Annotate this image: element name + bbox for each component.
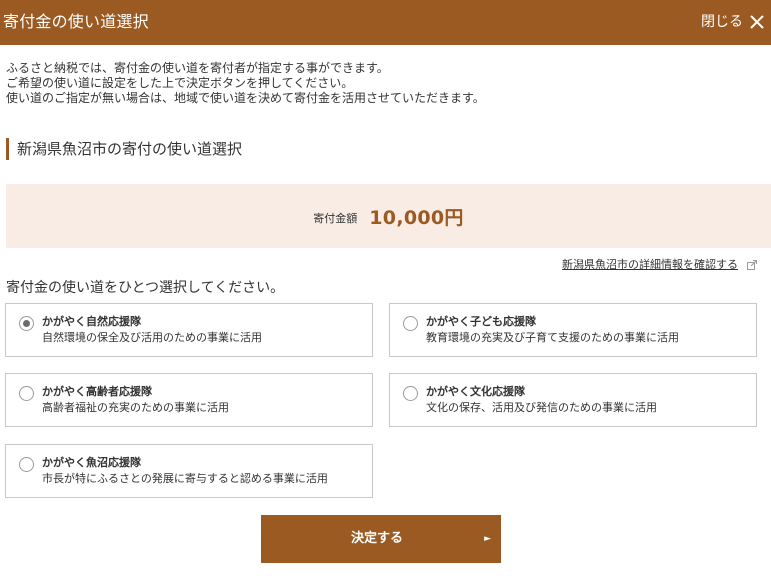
- amount-label: 寄付金額: [313, 211, 358, 225]
- option-nature[interactable]: かがやく自然応援隊 自然環境の保全及び活用のための事業に活用: [5, 303, 373, 357]
- option-title: かがやく自然応援隊: [42, 315, 141, 328]
- radio-elderly[interactable]: [19, 386, 34, 401]
- intro-line-2: ご希望の使い道に設定をした上で決定ボタンを押してください。: [6, 76, 354, 90]
- submit-button[interactable]: 決定する ►: [261, 515, 501, 563]
- intro-text: ふるさと納税では、寄付金の使い道を寄付者が指定する事ができます。 ご希望の使い道…: [6, 61, 485, 106]
- option-title: かがやく文化応援隊: [426, 385, 525, 398]
- radio-nature[interactable]: [19, 316, 34, 331]
- intro-line-3: 使い道のご指定が無い場合は、地域で使い道を決めて寄付金を活用させていただきます。: [6, 91, 485, 105]
- amount-value: 10,000円: [369, 206, 464, 229]
- donation-amount-box: 寄付金額 10,000円: [6, 184, 771, 248]
- option-description: 教育環境の充実及び子育て支援のための事業に活用: [426, 331, 679, 344]
- select-instruction: 寄付金の使い道をひとつ選択してください。: [6, 280, 285, 296]
- close-icon[interactable]: [749, 14, 765, 30]
- option-description: 自然環境の保全及び活用のための事業に活用: [42, 331, 262, 344]
- arrow-right-icon: ►: [484, 534, 491, 544]
- option-uonuma[interactable]: かがやく魚沼応援隊 市長が特にふるさとの発展に寄与すると認める事業に活用: [5, 444, 373, 498]
- option-culture[interactable]: かがやく文化応援隊 文化の保存、活用及び発信のための事業に活用: [389, 373, 757, 427]
- external-link-icon: [747, 259, 757, 270]
- close-button[interactable]: 閉じる: [701, 10, 765, 34]
- radio-uonuma[interactable]: [19, 457, 34, 472]
- intro-line-1: ふるさと納税では、寄付金の使い道を寄付者が指定する事ができます。: [6, 61, 389, 75]
- modal-header: 寄付金の使い道選択 閉じる: [0, 0, 771, 45]
- close-label: 閉じる: [701, 14, 743, 30]
- option-elderly[interactable]: かがやく高齢者応援隊 高齢者福祉の充実のための事業に活用: [5, 373, 373, 427]
- section-title: 新潟県魚沼市の寄付の使い道選択: [6, 138, 242, 160]
- option-description: 文化の保存、活用及び発信のための事業に活用: [426, 401, 657, 414]
- option-description: 高齢者福祉の充実のための事業に活用: [42, 401, 229, 414]
- option-title: かがやく魚沼応援隊: [42, 456, 141, 469]
- detail-info-link-label[interactable]: 新潟県魚沼市の詳細情報を確認する: [562, 257, 738, 272]
- detail-info-link[interactable]: 新潟県魚沼市の詳細情報を確認する: [562, 257, 757, 272]
- option-children[interactable]: かがやく子ども応援隊 教育環境の充実及び子育て支援のための事業に活用: [389, 303, 757, 357]
- radio-children[interactable]: [403, 316, 418, 331]
- option-title: かがやく高齢者応援隊: [42, 385, 152, 398]
- modal-title: 寄付金の使い道選択: [3, 12, 149, 31]
- option-description: 市長が特にふるさとの発展に寄与すると認める事業に活用: [42, 472, 328, 485]
- radio-culture[interactable]: [403, 386, 418, 401]
- submit-button-label: 決定する: [350, 531, 403, 546]
- option-title: かがやく子ども応援隊: [426, 315, 536, 328]
